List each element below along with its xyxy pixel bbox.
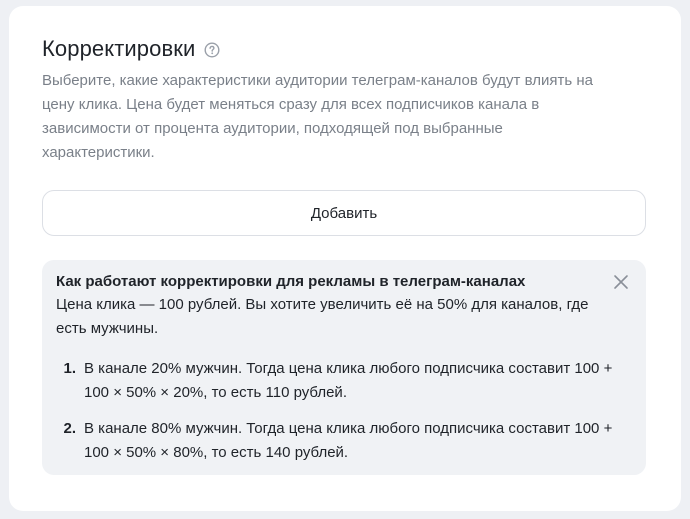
- close-icon: [613, 274, 629, 290]
- steps-list: 1. В канале 20% мужчин. Тогда цена клика…: [56, 357, 616, 477]
- section-description: Выберите, какие характеристики аудитории…: [42, 72, 593, 161]
- info-intro: Цена клика — 100 рублей. Вы хотите увели…: [56, 296, 589, 337]
- step-number: 2.: [63, 420, 76, 437]
- add-button[interactable]: Добавить: [42, 190, 646, 236]
- list-item: 1. В канале 20% мужчин. Тогда цена клика…: [56, 357, 616, 405]
- title-row: Корректировки: [42, 33, 220, 65]
- step-text: В канале 80% мужчин. Тогда цена клика лю…: [84, 420, 613, 461]
- close-button[interactable]: [610, 271, 632, 293]
- list-item: 2. В канале 80% мужчин. Тогда цена клика…: [56, 417, 616, 465]
- question-circle-icon[interactable]: [204, 42, 220, 58]
- page-title: Корректировки: [42, 36, 196, 61]
- info-title: Как работают корректировки для рекламы в…: [56, 273, 526, 290]
- step-text: В канале 20% мужчин. Тогда цена клика лю…: [84, 360, 613, 401]
- info-panel: Как работают корректировки для рекламы в…: [42, 260, 646, 475]
- step-number: 1.: [63, 360, 76, 377]
- adjustments-card: Корректировки Выберите, какие характерис…: [9, 6, 681, 511]
